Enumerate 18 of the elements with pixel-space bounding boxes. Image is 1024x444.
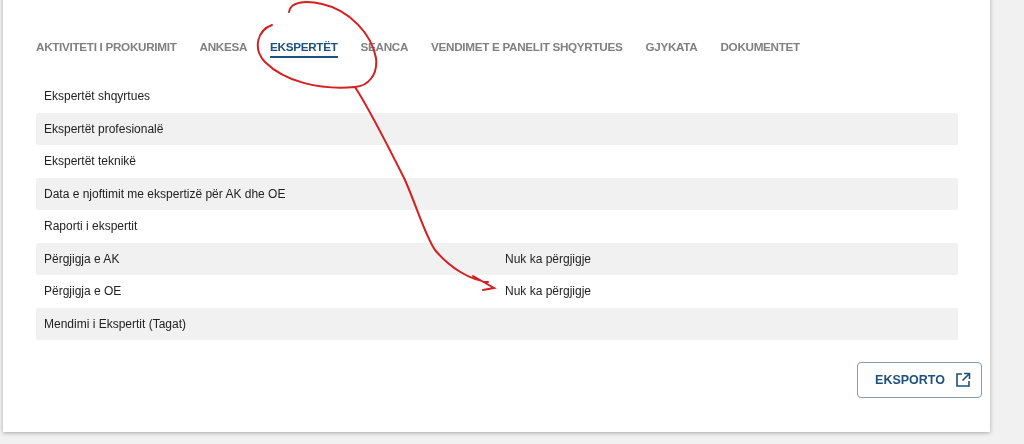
row-label: Përgjigja e OE <box>44 284 123 299</box>
row-value: Nuk ka përgjigje <box>505 251 592 266</box>
row-label: Ekspertët shqyrtues <box>44 89 152 104</box>
row-label: Mendimi i Ekspertit (Tagat) <box>44 316 188 331</box>
row-label: Raporti i ekspertit <box>44 219 139 234</box>
row-value: Nuk ka përgjigje <box>505 284 592 299</box>
row-label: Ekspertët profesionalë <box>44 121 165 136</box>
external-link-icon <box>955 372 971 388</box>
row-label: Data e njoftimit me ekspertizë për AK dhe OE <box>44 186 287 201</box>
tab[interactable]: GJYKATA <box>645 40 698 56</box>
row-label: Përgjigja e AK <box>44 251 121 266</box>
tab[interactable]: AKTIVITETI I PROKURIMIT <box>36 40 177 56</box>
tab[interactable]: DOKUMENTET <box>720 40 800 56</box>
export-button[interactable]: EKSPORTO <box>857 362 982 398</box>
tab[interactable]: ANKESA <box>199 40 248 56</box>
row-label: Ekspertët teknikë <box>44 154 138 169</box>
tab[interactable]: VENDIMET E PANELIT SHQYRTUES <box>431 40 623 56</box>
tab[interactable]: EKSPERTËT <box>270 40 338 58</box>
